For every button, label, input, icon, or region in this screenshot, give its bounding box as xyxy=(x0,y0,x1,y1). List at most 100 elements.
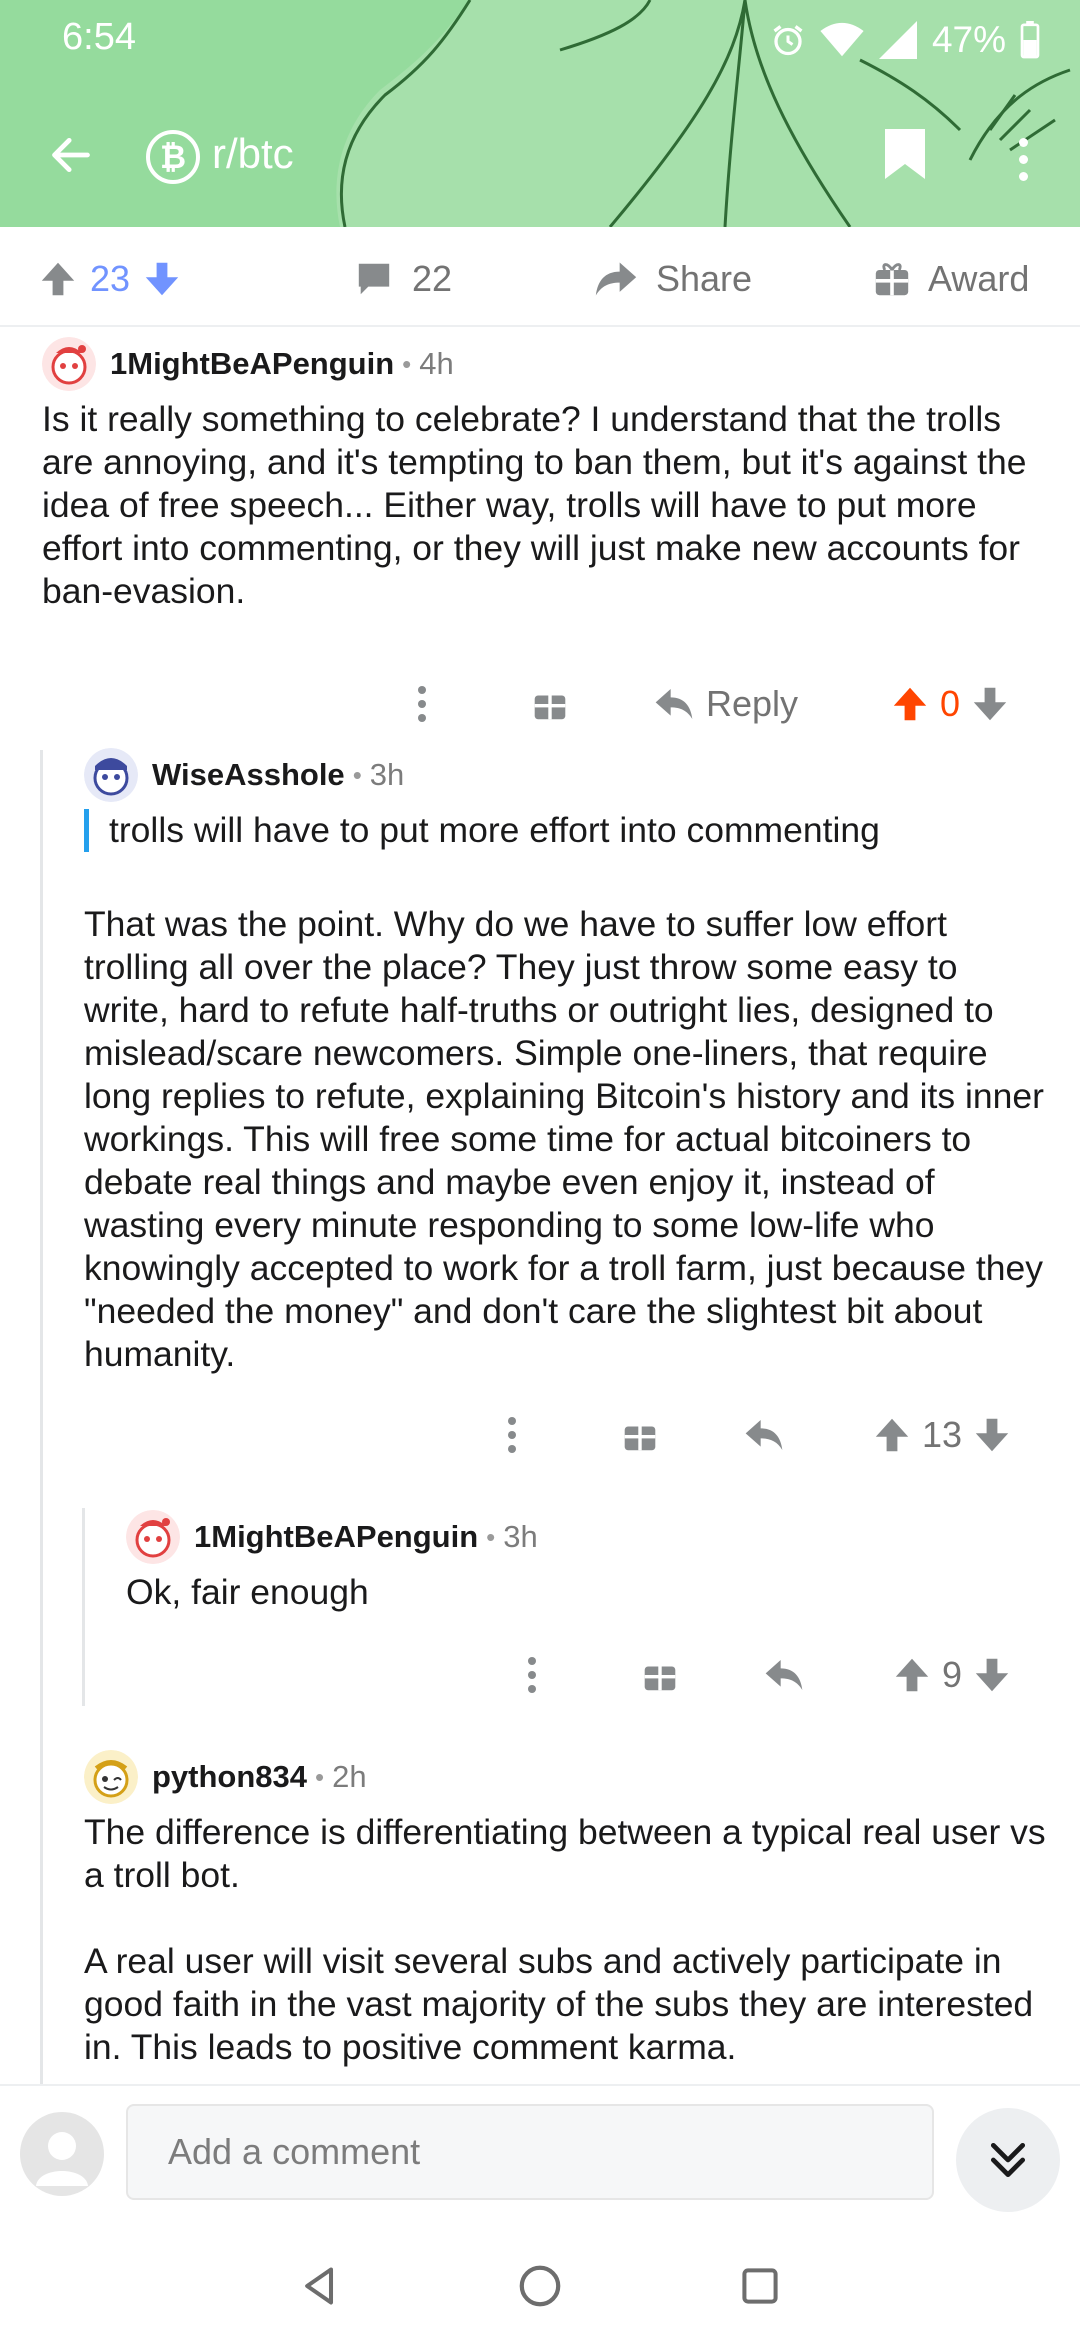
nav-home-button[interactable] xyxy=(510,2256,570,2316)
comment-award-button[interactable] xyxy=(620,1405,660,1465)
comment-score: 9 xyxy=(942,1654,963,1695)
comment-author[interactable]: python834 xyxy=(152,1759,307,1795)
reply-arrow-icon xyxy=(655,689,693,719)
comment-author[interactable]: 1MightBeAPenguin xyxy=(194,1519,478,1555)
comment-time: 3h xyxy=(369,757,405,792)
battery-icon xyxy=(1020,21,1040,59)
back-button[interactable] xyxy=(36,120,106,190)
comment-header: WiseAsshole • 3h xyxy=(84,747,404,803)
more-vertical-icon xyxy=(508,1417,516,1425)
comment-paragraph: A real user will visit several subs and … xyxy=(84,1941,1034,2067)
comment-vote-group: 9 xyxy=(894,1645,1010,1705)
save-post-button[interactable] xyxy=(880,124,940,194)
comment-paragraph: Ok, fair enough xyxy=(126,1572,369,1612)
more-vertical-icon xyxy=(528,1657,536,1665)
nav-back-button[interactable] xyxy=(290,2256,350,2316)
user-avatar-icon xyxy=(36,2132,88,2186)
comment-vote-group: 0 xyxy=(892,674,1008,734)
bitcoin-icon[interactable]: ₿ xyxy=(146,130,200,184)
comment-actions: 9 xyxy=(126,1645,1046,1705)
upvote-icon[interactable] xyxy=(894,1656,930,1694)
comment-time: 4h xyxy=(419,346,454,381)
comment-score: 0 xyxy=(940,683,961,724)
avatar[interactable] xyxy=(42,337,96,391)
share-button[interactable]: Share xyxy=(594,251,752,307)
gift-icon xyxy=(534,695,566,720)
reply-button[interactable]: Reply xyxy=(654,674,798,734)
triangle-back-icon xyxy=(305,2267,334,2305)
back-arrow-icon xyxy=(52,137,90,173)
jump-to-next-button[interactable] xyxy=(956,2108,1060,2212)
comment-score: 13 xyxy=(922,1414,963,1455)
toolbar: ₿ r/btc xyxy=(0,100,1080,210)
comment-paragraph: The difference is differentiating betwee… xyxy=(84,1812,1046,1895)
status-bar: 6:54 47% xyxy=(0,0,1080,80)
upvote-icon[interactable] xyxy=(892,685,928,723)
comment-time: 2h xyxy=(332,1759,367,1794)
reply-arrow-icon xyxy=(765,1660,803,1690)
reply-button[interactable] xyxy=(744,1405,784,1465)
circle-home-icon xyxy=(519,2265,561,2307)
comment-header: python834 • 2h xyxy=(84,1749,367,1805)
thread-line xyxy=(82,1508,85,1706)
comment-paragraph: Is it really something to celebrate? I u… xyxy=(42,399,1027,611)
comments-button[interactable]: 22 xyxy=(354,251,452,307)
subreddit-name[interactable]: r/btc xyxy=(212,130,294,178)
reply-label: Reply xyxy=(706,683,799,724)
comment-actions: 13 xyxy=(84,1405,1044,1465)
reply-button[interactable] xyxy=(764,1645,804,1705)
comment-author[interactable]: WiseAsshole xyxy=(152,757,345,793)
comment-paragraph: That was the point. Why do we have to su… xyxy=(84,904,1044,1374)
battery-percent: 47% xyxy=(931,19,1006,60)
comment-input[interactable] xyxy=(126,2104,934,2200)
signal-icon xyxy=(878,21,917,59)
comment-body: The difference is differentiating betwee… xyxy=(84,1811,1064,2069)
wifi-icon xyxy=(820,22,864,57)
double-chevron-down-icon xyxy=(990,2142,1026,2178)
gift-icon xyxy=(875,263,909,296)
downvote-icon[interactable] xyxy=(974,1416,1010,1454)
comment-header: 1MightBeAPenguin • 3h xyxy=(126,1509,538,1565)
share-arrow-icon xyxy=(595,262,637,296)
upvote-icon[interactable] xyxy=(874,1416,910,1454)
comment-body: Is it really something to celebrate? I u… xyxy=(42,398,1062,613)
status-icons: 47% xyxy=(770,16,1040,64)
thread-line xyxy=(40,750,43,2084)
avatar[interactable] xyxy=(84,748,138,802)
alarm-icon xyxy=(773,25,803,56)
comment-more-button[interactable] xyxy=(502,1405,522,1465)
meta-separator: • xyxy=(352,759,362,790)
comment-composer xyxy=(0,2084,1080,2224)
award-button[interactable]: Award xyxy=(874,251,1029,307)
comment-bubble-icon xyxy=(358,263,390,295)
share-label: Share xyxy=(656,258,753,299)
downvote-icon[interactable] xyxy=(972,685,1008,723)
avatar[interactable] xyxy=(84,1750,138,1804)
downvote-icon[interactable] xyxy=(144,260,180,298)
comment-actions: Reply 0 xyxy=(42,674,1062,734)
nav-recents-button[interactable] xyxy=(730,2256,790,2316)
avatar[interactable] xyxy=(126,1510,180,1564)
post-score: 23 xyxy=(90,258,131,299)
comment-author[interactable]: 1MightBeAPenguin xyxy=(110,346,394,382)
more-vertical-icon xyxy=(418,686,426,694)
meta-separator: • xyxy=(486,1521,496,1552)
comment-count: 22 xyxy=(412,258,453,299)
status-time: 6:54 xyxy=(62,16,136,58)
upvote-icon[interactable] xyxy=(40,260,76,298)
comment-time: 3h xyxy=(503,1519,538,1554)
post-action-bar: 23 22 Share Award xyxy=(0,227,1080,327)
comment-award-button[interactable] xyxy=(530,674,570,734)
comment-more-button[interactable] xyxy=(522,1645,542,1705)
downvote-icon[interactable] xyxy=(974,1656,1010,1694)
reply-arrow-icon xyxy=(745,1420,783,1450)
comment-award-button[interactable] xyxy=(640,1645,680,1705)
avatar[interactable] xyxy=(20,2112,104,2196)
comment-header: 1MightBeAPenguin • 4h xyxy=(42,336,454,392)
comment-more-button[interactable] xyxy=(412,674,432,734)
comment-quote: trolls will have to put more effort into… xyxy=(84,809,1044,852)
more-vertical-icon xyxy=(1018,137,1028,147)
overflow-menu-button[interactable] xyxy=(1000,124,1046,194)
comment-body: That was the point. Why do we have to su… xyxy=(84,903,1044,1376)
award-label: Award xyxy=(928,258,1030,299)
